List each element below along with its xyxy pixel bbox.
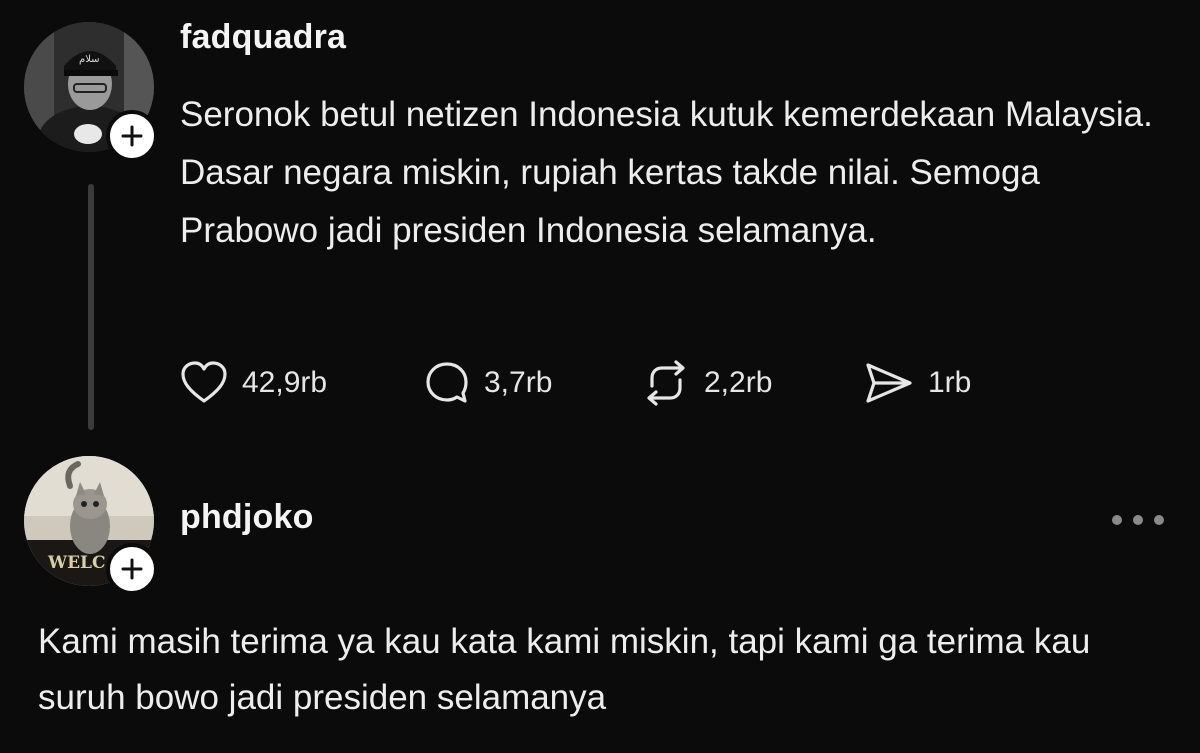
reply-count: 3,7rb	[484, 366, 553, 399]
more-options-button[interactable]	[1112, 508, 1164, 532]
reply-text: Kami masih terima ya kau kata kami miski…	[38, 622, 1091, 717]
follow-button-fadquadra[interactable]	[106, 110, 158, 162]
plus-icon	[121, 125, 143, 147]
share-count: 1rb	[928, 366, 972, 399]
heart-icon	[181, 361, 227, 403]
post-actions: 42,9rb 3,7rb 2,2rb 1rb	[180, 358, 1040, 408]
more-dots-icon	[1133, 515, 1143, 525]
post-text: Seronok betul netizen Indonesia kutuk ke…	[180, 95, 1153, 250]
reply-username[interactable]: phdjoko	[180, 498, 314, 537]
repost-count: 2,2rb	[704, 366, 773, 399]
thread-line	[88, 184, 94, 430]
send-icon	[866, 363, 912, 403]
repost-icon	[647, 360, 685, 406]
threads-conversation: سلام fadquadra Seronok betul netizen Ind…	[0, 0, 1200, 753]
share-button[interactable]: 1rb	[864, 358, 971, 408]
mat-text: WELC	[47, 553, 106, 573]
repost-button[interactable]: 2,2rb	[642, 358, 772, 408]
cap-text: سلام	[79, 54, 100, 65]
follow-button-phdjoko[interactable]	[106, 543, 158, 595]
more-dots-icon	[1112, 515, 1122, 525]
reply-button[interactable]: 3,7rb	[424, 358, 552, 408]
comment-icon	[426, 362, 468, 403]
plus-icon	[121, 558, 143, 580]
like-button[interactable]: 42,9rb	[180, 358, 327, 408]
post-username[interactable]: fadquadra	[180, 18, 346, 57]
more-dots-icon	[1154, 515, 1164, 525]
like-count: 42,9rb	[242, 366, 328, 399]
